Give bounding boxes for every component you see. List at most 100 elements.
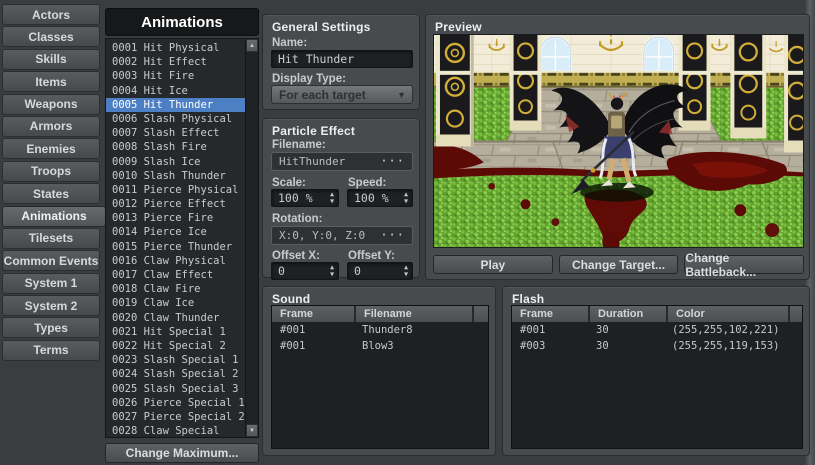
spinner-down-icon[interactable]: ▼	[404, 198, 408, 205]
animation-list-item[interactable]: 0022 Hit Special 2	[106, 339, 258, 353]
column-header-frame: Frame	[272, 306, 354, 322]
offset-y-label: Offset Y:	[348, 250, 395, 262]
sidebar-tab-types[interactable]: Types	[2, 317, 100, 338]
column-header-end	[790, 306, 802, 322]
spinner-down-icon[interactable]: ▼	[404, 271, 408, 278]
name-input[interactable]: Hit Thunder	[271, 50, 413, 68]
animation-list[interactable]: 0001 Hit Physical0002 Hit Effect0003 Hit…	[105, 38, 259, 438]
display-type-value: For each target	[279, 88, 366, 102]
animation-list-item[interactable]: 0017 Claw Effect	[106, 268, 258, 282]
sound-table[interactable]: FrameFilename#001Thunder8#001Blow3	[271, 305, 489, 449]
flash-table[interactable]: FrameDurationColor#00130(255,255,102,221…	[511, 305, 803, 449]
sidebar-tab-common-events[interactable]: Common Events	[2, 250, 100, 271]
sidebar-tab-enemies[interactable]: Enemies	[2, 138, 100, 159]
rotation-picker[interactable]: X:0, Y:0, Z:0 ···	[271, 226, 413, 245]
animation-list-item[interactable]: 0020 Claw Thunder	[106, 311, 258, 325]
animation-list-item[interactable]: 0028 Claw Special	[106, 424, 258, 438]
sidebar-tab-armors[interactable]: Armors	[2, 116, 100, 137]
spinner-down-icon[interactable]: ▼	[330, 271, 334, 278]
name-value: Hit Thunder	[278, 52, 354, 66]
spinner-down-icon[interactable]: ▼	[330, 198, 334, 205]
ellipsis-icon: ···	[380, 154, 405, 168]
sidebar-tab-system-2[interactable]: System 2	[2, 295, 100, 316]
display-type-label: Display Type:	[272, 73, 346, 85]
sidebar-tab-skills[interactable]: Skills	[2, 49, 100, 70]
animation-list-item[interactable]: 0002 Hit Effect	[106, 55, 258, 69]
speed-label: Speed:	[348, 177, 386, 189]
table-cell: #001	[272, 322, 354, 338]
animation-list-item[interactable]: 0016 Claw Physical	[106, 254, 258, 268]
table-row[interactable]: #001Blow3	[272, 338, 488, 354]
animation-list-item[interactable]: 0006 Slash Physical	[106, 112, 258, 126]
sidebar-tab-classes[interactable]: Classes	[2, 26, 100, 47]
table-row[interactable]: #00330(255,255,119,153)	[512, 338, 802, 354]
sidebar-tab-troops[interactable]: Troops	[2, 161, 100, 182]
animation-list-item[interactable]: 0007 Slash Effect	[106, 126, 258, 140]
filename-label: Filename:	[272, 139, 326, 151]
display-type-select[interactable]: For each target ▼	[271, 85, 413, 104]
animation-list-item[interactable]: 0015 Pierce Thunder	[106, 240, 258, 254]
sidebar-tab-weapons[interactable]: Weapons	[2, 94, 100, 115]
table-cell: (255,255,119,153)	[664, 338, 790, 354]
filename-picker[interactable]: HitThunder ···	[271, 152, 413, 171]
animation-list-item[interactable]: 0023 Slash Special 1	[106, 353, 258, 367]
animation-list-item[interactable]: 0018 Claw Fire	[106, 282, 258, 296]
change-maximum-button[interactable]: Change Maximum...	[105, 443, 259, 463]
particle-effect-group: Particle Effect Filename: HitThunder ···…	[262, 118, 420, 278]
table-cell: Thunder8	[354, 322, 474, 338]
animation-list-item[interactable]: 0019 Claw Ice	[106, 296, 258, 310]
speed-stepper[interactable]: 100 % ▲▼	[347, 189, 413, 207]
sidebar-tab-system-1[interactable]: System 1	[2, 273, 100, 294]
play-button[interactable]: Play	[433, 255, 553, 274]
table-cell: #001	[512, 322, 588, 338]
filename-value: HitThunder	[279, 155, 345, 168]
table-cell: (255,255,102,221)	[664, 322, 790, 338]
animation-list-item[interactable]: 0026 Pierce Special 1	[106, 396, 258, 410]
table-cell: #003	[512, 338, 588, 354]
scroll-up-icon[interactable]: ▲	[246, 39, 258, 52]
name-label: Name:	[272, 37, 307, 49]
animation-list-item[interactable]: 0021 Hit Special 1	[106, 325, 258, 339]
table-row[interactable]: #001Thunder8	[272, 322, 488, 338]
animation-list-item[interactable]: 0014 Pierce Ice	[106, 225, 258, 239]
change-battleback-button[interactable]: Change Battleback...	[684, 255, 804, 274]
animation-list-item[interactable]: 0025 Slash Special 3	[106, 382, 258, 396]
animation-list-item[interactable]: 0027 Pierce Special 2	[106, 410, 258, 424]
table-row[interactable]: #00130(255,255,102,221)	[512, 322, 802, 338]
change-target-button[interactable]: Change Target...	[559, 255, 679, 274]
animation-list-item[interactable]: 0008 Slash Fire	[106, 140, 258, 154]
column-header-end	[474, 306, 488, 322]
animation-list-item[interactable]: 0003 Hit Fire	[106, 69, 258, 83]
column-header-duration: Duration	[590, 306, 666, 322]
general-settings-title: General Settings	[272, 20, 371, 34]
database-sidebar: ActorsClassesSkillsItemsWeaponsArmorsEne…	[2, 4, 106, 362]
table-cell: Blow3	[354, 338, 474, 354]
animation-list-item[interactable]: 0004 Hit Ice	[106, 84, 258, 98]
sidebar-tab-actors[interactable]: Actors	[2, 4, 100, 25]
table-cell: 30	[588, 322, 664, 338]
animation-list-item[interactable]: 0024 Slash Special 2	[106, 367, 258, 381]
animation-list-scrollbar[interactable]: ▲ ▼	[245, 39, 258, 437]
animation-list-item[interactable]: 0001 Hit Physical	[106, 41, 258, 55]
scale-stepper[interactable]: 100 % ▲▼	[271, 189, 339, 207]
chevron-down-icon: ▼	[397, 90, 406, 100]
sidebar-tab-states[interactable]: States	[2, 183, 100, 204]
table-header-row: FrameDurationColor	[512, 306, 802, 322]
sidebar-tab-items[interactable]: Items	[2, 71, 100, 92]
sidebar-tab-terms[interactable]: Terms	[2, 340, 100, 361]
animation-list-item[interactable]: 0005 Hit Thunder	[106, 98, 258, 112]
offset-x-stepper[interactable]: 0 ▲▼	[271, 262, 339, 280]
sidebar-tab-animations[interactable]: Animations	[2, 206, 106, 227]
ellipsis-icon: ···	[380, 228, 405, 242]
offset-y-stepper[interactable]: 0 ▲▼	[347, 262, 413, 280]
animation-list-item[interactable]: 0011 Pierce Physical	[106, 183, 258, 197]
animation-list-item[interactable]: 0010 Slash Thunder	[106, 169, 258, 183]
offset-x-value: 0	[278, 264, 285, 278]
table-cell: #001	[272, 338, 354, 354]
sidebar-tab-tilesets[interactable]: Tilesets	[2, 228, 100, 249]
animation-list-item[interactable]: 0012 Pierce Effect	[106, 197, 258, 211]
sound-title: Sound	[272, 292, 310, 306]
animation-list-item[interactable]: 0009 Slash Ice	[106, 155, 258, 169]
animation-list-item[interactable]: 0013 Pierce Fire	[106, 211, 258, 225]
scroll-down-icon[interactable]: ▼	[246, 424, 258, 437]
